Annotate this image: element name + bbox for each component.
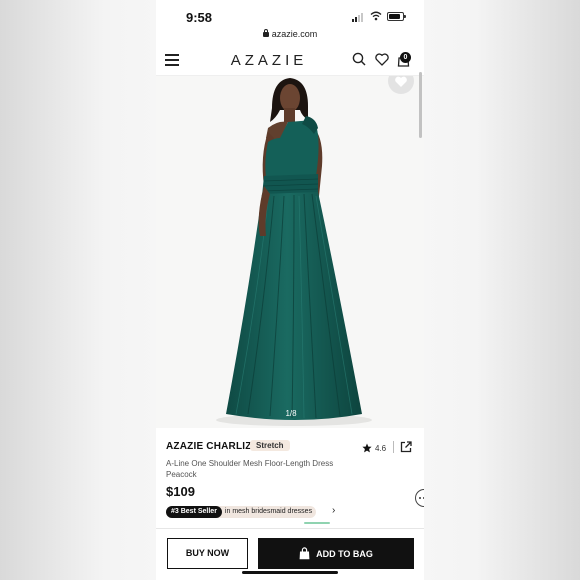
heart-icon[interactable] — [375, 53, 389, 66]
wifi-icon — [370, 11, 382, 21]
cart-count-badge: 0 — [400, 52, 411, 63]
product-price: $109 — [166, 484, 195, 499]
url-text: azazie.com — [271, 29, 318, 39]
search-icon[interactable] — [352, 52, 366, 66]
product-image[interactable] — [156, 76, 424, 428]
chevron-right-icon[interactable]: › — [332, 505, 335, 516]
brand-logo[interactable]: AZAZIE — [214, 52, 324, 69]
dress-model-image — [216, 78, 372, 426]
product-description: A-Line One Shoulder Mesh Floor-Length Dr… — [166, 458, 366, 480]
scrollbar[interactable] — [419, 72, 422, 138]
bestseller-banner[interactable]: #3 Best Seller in mesh bridesmaid dresse… — [166, 506, 317, 518]
divider — [156, 528, 424, 529]
signal-icon — [352, 13, 363, 22]
menu-icon[interactable] — [165, 54, 179, 66]
divider — [393, 441, 394, 453]
bestseller-category: in mesh bridesmaid dresses — [224, 508, 313, 515]
chat-icon[interactable] — [415, 489, 424, 507]
product-rating[interactable]: 4.6 — [362, 443, 386, 453]
bag-icon — [299, 547, 310, 560]
add-to-bag-label: ADD TO BAG — [316, 548, 373, 559]
status-time: 9:58 — [186, 10, 213, 25]
add-to-bag-button[interactable]: ADD TO BAG — [258, 538, 414, 569]
stretch-badge: Stretch — [250, 440, 290, 451]
url-bar[interactable]: azazie.com — [156, 29, 424, 39]
site-header: AZAZIE 0 — [156, 44, 424, 76]
star-icon — [362, 443, 372, 453]
share-icon[interactable] — [400, 441, 412, 453]
phone-screen: 9:58 azazie.com AZAZIE 0 1/8 AZAZIE CHAR… — [156, 0, 424, 580]
description-line: A-Line One Shoulder Mesh Floor-Length Dr… — [166, 459, 334, 468]
status-bar: 9:58 — [156, 0, 424, 30]
home-indicator[interactable] — [242, 571, 338, 574]
heart-icon — [395, 76, 407, 87]
rating-value: 4.6 — [375, 443, 387, 453]
color-name: Peacock — [166, 470, 197, 479]
buy-now-button[interactable]: BUY NOW — [167, 538, 248, 569]
bestseller-tag: #3 Best Seller — [166, 506, 222, 518]
wishlist-button[interactable] — [388, 76, 414, 94]
lock-icon — [262, 29, 269, 37]
battery-icon — [387, 12, 406, 21]
product-name: AZAZIE CHARLIZE — [166, 441, 259, 452]
image-counter: 1/8 — [285, 409, 297, 418]
promo-indicator — [304, 522, 330, 524]
